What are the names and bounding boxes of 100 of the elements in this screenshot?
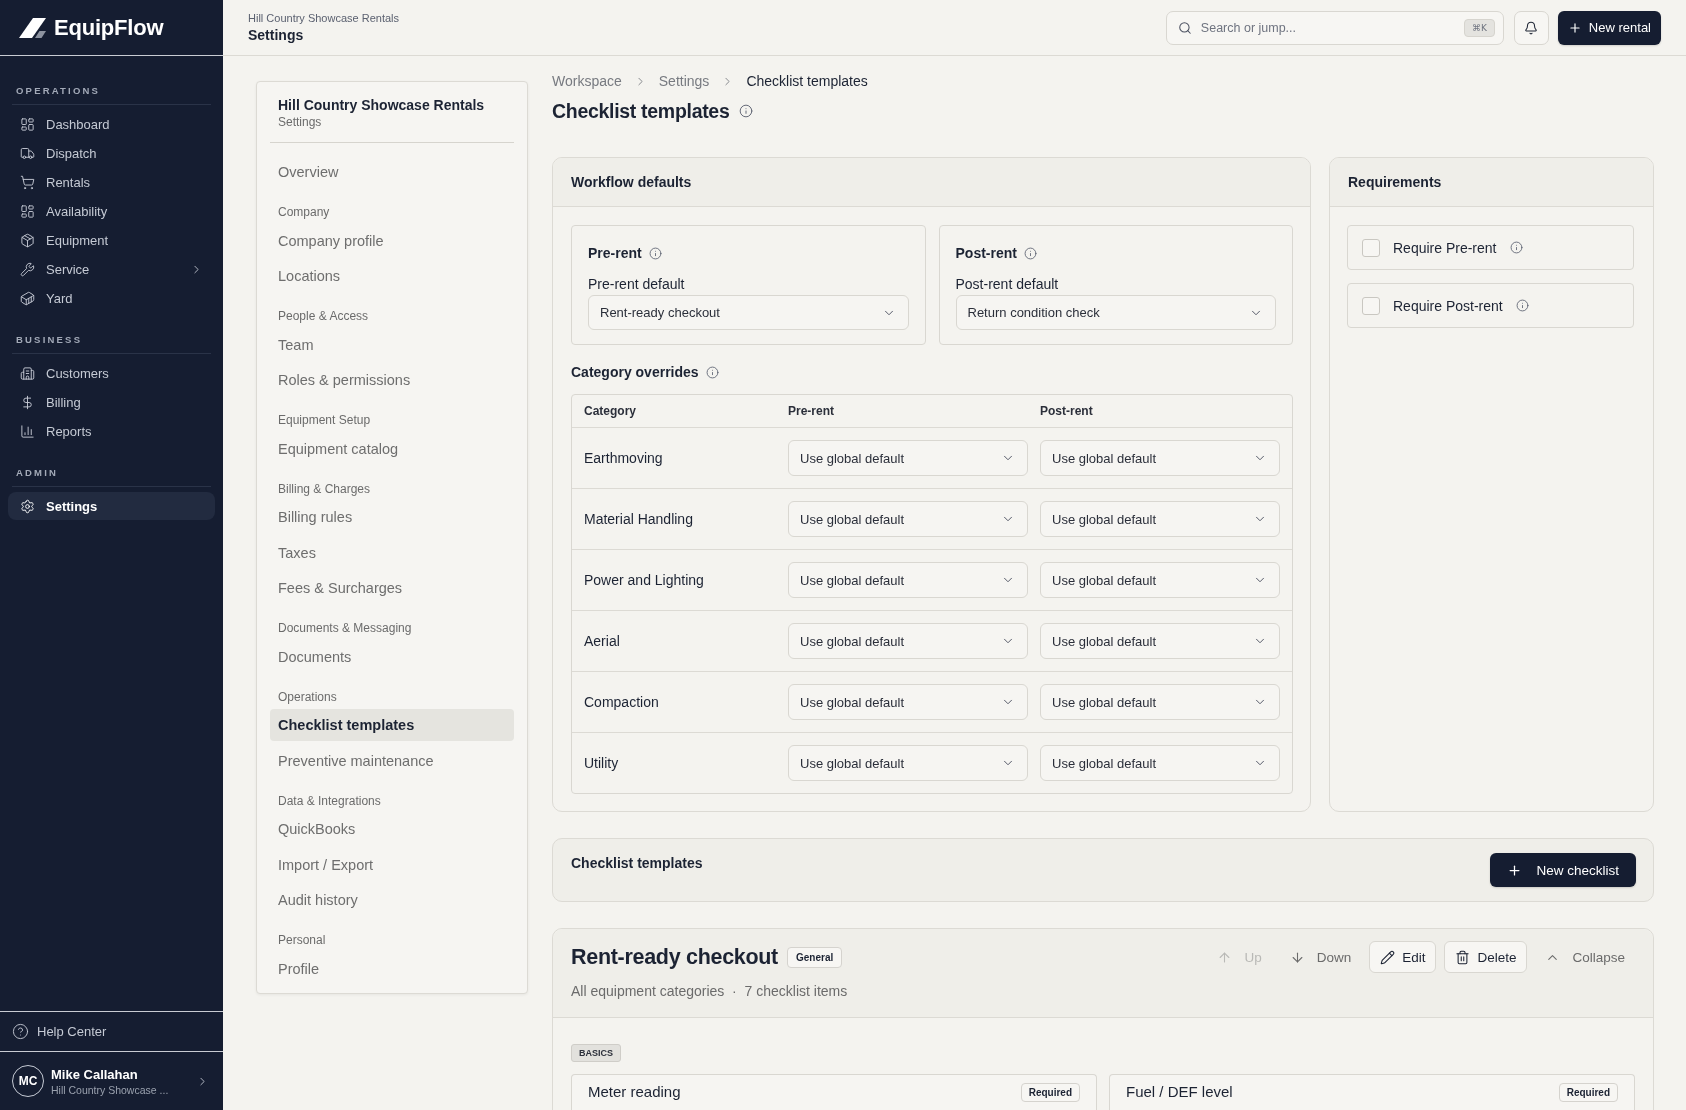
settings-nav-item[interactable]: Checklist templates xyxy=(270,709,514,741)
plus-icon xyxy=(1507,862,1523,878)
select-field[interactable]: Use global default xyxy=(1040,501,1280,537)
category-name: Compaction xyxy=(584,694,659,710)
nav-group-heading: Documents & Messaging xyxy=(277,620,412,637)
user-name: Mike Callahan xyxy=(51,1066,139,1082)
action-button[interactable]: Edit xyxy=(1369,941,1437,973)
required-badge: Required xyxy=(1558,1083,1618,1102)
select-field[interactable]: Use global default xyxy=(788,623,1028,659)
select-field[interactable]: Use global default xyxy=(1040,745,1280,781)
sidebar-item[interactable]: Customers xyxy=(8,359,215,387)
category-name: Material Handling xyxy=(584,511,693,527)
nav-group-heading: Company xyxy=(277,204,330,221)
select-field[interactable]: Use global default xyxy=(1040,562,1280,598)
help-icon xyxy=(12,1023,29,1040)
truck-icon xyxy=(20,145,35,161)
info-icon xyxy=(739,104,754,118)
settings-nav-item[interactable]: Team xyxy=(270,328,514,361)
field-label: Pre-rent default xyxy=(588,275,685,293)
page-heading: Settings xyxy=(248,27,305,43)
select-field[interactable]: Use global default xyxy=(788,440,1028,476)
checkbox[interactable] xyxy=(1362,238,1380,257)
category-name: Utility xyxy=(584,755,619,771)
trash-icon xyxy=(1455,949,1471,965)
help-center-link[interactable]: Help Center xyxy=(0,1011,223,1051)
info-icon xyxy=(1515,299,1529,312)
bar-chart-icon xyxy=(20,423,35,439)
info-icon xyxy=(705,365,719,379)
settings-nav-item[interactable]: Billing rules xyxy=(270,501,514,533)
group-tag: BASICS xyxy=(571,1044,621,1062)
template-meta: All equipment categories · 7 checklist items xyxy=(571,983,848,999)
sidebar-item[interactable]: Availability xyxy=(8,197,215,225)
column-header: Category xyxy=(584,404,636,418)
settings-nav-item[interactable]: Import / Export xyxy=(270,848,514,881)
category-name: Power and Lighting xyxy=(584,572,704,588)
info-icon xyxy=(1509,241,1523,254)
checkbox[interactable] xyxy=(1362,296,1380,315)
sidebar-item[interactable]: Reports xyxy=(8,417,215,445)
page-title: Checklist templates xyxy=(552,99,730,124)
select-field[interactable]: Use global default xyxy=(1040,623,1280,659)
select-field[interactable]: Use global default xyxy=(788,684,1028,720)
select-field[interactable]: Use global default xyxy=(788,745,1028,781)
sidebar-item[interactable]: Settings xyxy=(8,492,215,520)
select-field[interactable]: Use global default xyxy=(788,562,1028,598)
category-name: Earthmoving xyxy=(584,450,663,466)
action-link[interactable]: Collapse xyxy=(1535,941,1635,973)
settings-nav-item[interactable]: Audit history xyxy=(270,884,514,916)
sidebar-item[interactable]: Dispatch xyxy=(8,139,215,167)
panel-title: Pre-rent xyxy=(588,245,642,261)
sidebar-item[interactable]: Dashboard xyxy=(8,110,215,138)
nav-group-heading: Equipment Setup xyxy=(277,412,371,429)
cart-icon xyxy=(20,174,35,190)
select-field[interactable]: Use global default xyxy=(788,501,1028,537)
action-link[interactable]: Down xyxy=(1279,941,1362,973)
sidebar-item[interactable]: Rentals xyxy=(8,168,215,196)
info-icon xyxy=(1023,246,1037,260)
settings-nav-item[interactable]: Overview xyxy=(270,156,514,188)
field-label: Post-rent default xyxy=(955,275,1059,293)
item-title: Fuel / DEF level xyxy=(1126,1083,1233,1100)
nav-group-heading: Operations xyxy=(277,688,337,706)
section-title: Category overrides xyxy=(571,364,699,380)
nav-title: Hill Country Showcase Rentals xyxy=(278,96,486,114)
option-label: Require Pre-rent xyxy=(1393,239,1497,256)
category-name: Aerial xyxy=(584,633,620,649)
settings-nav-item[interactable]: Preventive maintenance xyxy=(270,744,514,777)
arrow-down-icon xyxy=(1289,949,1305,965)
select-field[interactable]: Use global default xyxy=(1040,440,1280,476)
new-checklist-button[interactable]: New checklist xyxy=(1490,853,1636,887)
settings-nav-item[interactable]: Roles & permissions xyxy=(270,364,514,396)
settings-nav-item[interactable]: Taxes xyxy=(270,536,514,569)
sidebar-item[interactable]: Equipment xyxy=(8,226,215,254)
settings-nav-item[interactable]: Company profile xyxy=(270,224,514,257)
grid-icon xyxy=(20,116,35,132)
nav-group-heading: Personal xyxy=(277,932,326,949)
settings-nav-item[interactable]: Locations xyxy=(270,260,514,292)
settings-icon xyxy=(20,498,35,514)
settings-nav-item[interactable]: Equipment catalog xyxy=(270,432,514,465)
breadcrumb-link[interactable]: Settings xyxy=(658,73,710,89)
panel-title: Post-rent xyxy=(955,245,1017,261)
settings-nav-item[interactable]: QuickBooks xyxy=(270,813,514,845)
settings-nav-item[interactable]: Documents xyxy=(270,640,514,673)
notifications-button[interactable] xyxy=(1513,10,1549,45)
settings-nav-item[interactable]: Fees & Surcharges xyxy=(270,572,514,604)
column-header: Post-rent xyxy=(1040,404,1093,418)
breadcrumb-link[interactable]: Checklist templates xyxy=(746,73,868,89)
sidebar-item[interactable]: Yard xyxy=(8,284,215,312)
select-field[interactable]: Return condition check xyxy=(955,295,1276,330)
settings-nav-item[interactable]: Profile xyxy=(270,952,514,985)
breadcrumb-link[interactable]: Workspace xyxy=(552,73,622,89)
new-rental-button[interactable]: New rental xyxy=(1557,10,1661,45)
org-name: Hill Country Showcase Rentals xyxy=(248,12,399,24)
sidebar-item[interactable]: Service xyxy=(8,255,215,283)
pencil-icon xyxy=(1380,949,1396,965)
select-field[interactable]: Rent-ready checkout xyxy=(588,295,909,330)
action-button[interactable]: Delete xyxy=(1444,941,1528,973)
info-icon xyxy=(648,246,662,260)
card-title: Requirements xyxy=(1348,174,1442,190)
section-label: BUSINESS xyxy=(15,334,83,346)
select-field[interactable]: Use global default xyxy=(1040,684,1280,720)
sidebar-item[interactable]: Billing xyxy=(8,388,215,416)
